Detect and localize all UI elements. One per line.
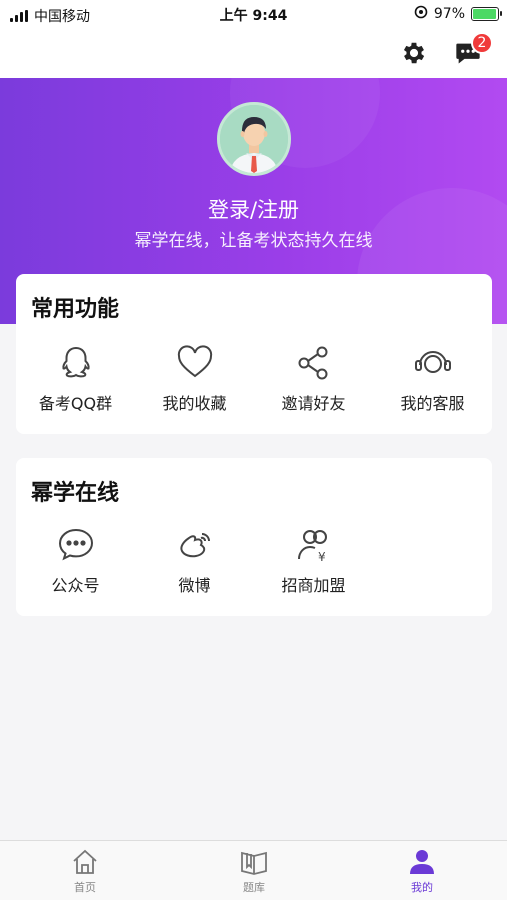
home-icon (73, 849, 97, 874)
tab-question-bank[interactable]: 题库 (194, 847, 314, 895)
mixue-online-card: 幂学在线 公众号 微博 ¥ 招商加盟 (16, 458, 492, 616)
svg-text:¥: ¥ (318, 550, 326, 564)
qq-group-label: 备考QQ群 (38, 394, 113, 413)
book-icon (241, 851, 267, 875)
weibo-item[interactable]: 微博 (135, 524, 254, 596)
headset-icon (414, 351, 451, 373)
section-title: 常用功能 (31, 297, 120, 322)
official-account-label: 公众号 (51, 576, 100, 595)
franchise-icon: ¥ (297, 530, 327, 564)
battery-percent: 97% (433, 6, 465, 22)
status-right: 97% (414, 5, 502, 23)
tab-question-bank-label: 题库 (243, 881, 265, 894)
favorites-label: 我的收藏 (162, 394, 227, 413)
section-title: 幂学在线 (31, 481, 120, 506)
share-icon (298, 346, 327, 380)
battery-icon (471, 7, 502, 21)
qq-group-item[interactable]: 备考QQ群 (16, 342, 135, 414)
wechat-icon (58, 528, 93, 561)
slogan-text: 幂学在线，让备考状态持久在线 (134, 231, 373, 251)
message-badge: 2 (471, 32, 493, 54)
orientation-lock-icon (414, 5, 428, 23)
favorites-item[interactable]: 我的收藏 (135, 342, 254, 414)
official-account-item[interactable]: 公众号 (16, 524, 135, 596)
invite-friends-label: 邀请好友 (281, 394, 346, 413)
customer-service-label: 我的客服 (400, 394, 465, 413)
messages-button[interactable]: 2 (453, 32, 493, 68)
common-features-card: 常用功能 备考QQ群 我的收藏 邀请好友 我的客服 (16, 274, 492, 434)
qq-icon (61, 346, 90, 378)
settings-button[interactable] (399, 38, 429, 68)
tab-home[interactable]: 首页 (25, 847, 145, 895)
tab-bar: 首页 题库 我的 (0, 840, 507, 900)
status-bar: 中国移动 上午 9:44 97% (0, 0, 507, 28)
franchise-item[interactable]: ¥ 招商加盟 (254, 524, 373, 596)
weibo-label: 微博 (178, 576, 211, 595)
customer-service-item[interactable]: 我的客服 (373, 342, 492, 414)
tab-mine-label: 我的 (411, 881, 433, 894)
tab-home-label: 首页 (74, 881, 96, 894)
weibo-icon (179, 533, 210, 558)
invite-friends-item[interactable]: 邀请好友 (254, 342, 373, 414)
franchise-label: 招商加盟 (281, 576, 346, 595)
top-nav: 2 (0, 28, 507, 78)
user-icon (410, 850, 434, 874)
heart-icon (177, 345, 212, 378)
tab-mine[interactable]: 我的 (362, 847, 482, 895)
login-register-link[interactable]: 登录/注册 (0, 194, 507, 224)
gear-icon (403, 42, 425, 64)
avatar-image (220, 105, 288, 173)
avatar[interactable] (217, 102, 291, 176)
